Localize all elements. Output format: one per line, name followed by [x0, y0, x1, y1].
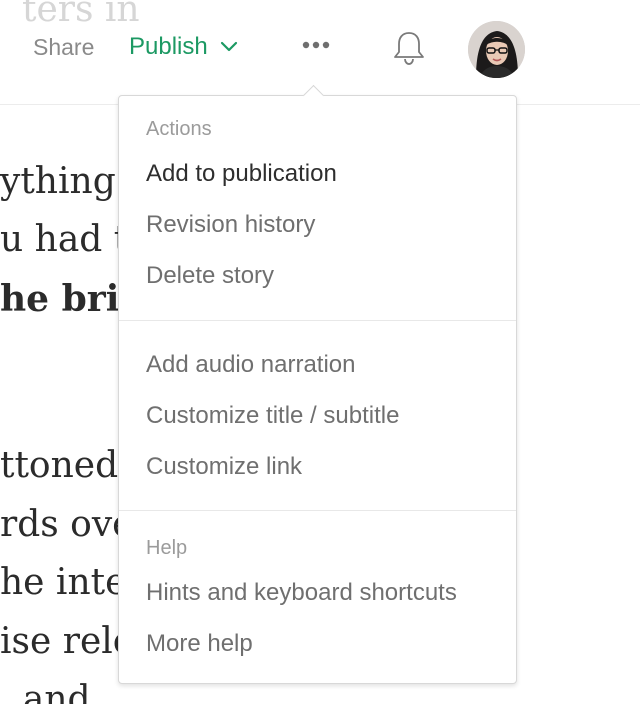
more-horizontal-icon[interactable]	[301, 38, 331, 52]
publish-label: Publish	[129, 33, 208, 60]
menu-item-hints-and-shortcuts[interactable]: Hints and keyboard shortcuts	[146, 579, 457, 607]
article-title-fragment: ters in	[22, 0, 140, 30]
story-actions-menu: Actions Add to publication Revision hist…	[118, 84, 517, 684]
menu-item-revision-history[interactable]: Revision history	[146, 211, 315, 239]
chevron-down-icon	[220, 41, 237, 52]
menu-item-customize-link[interactable]: Customize link	[146, 453, 302, 481]
avatar-portrait-icon	[468, 21, 525, 78]
menu-item-more-help[interactable]: More help	[146, 630, 253, 658]
publish-button[interactable]: Publish	[129, 33, 238, 61]
menu-divider	[119, 510, 516, 511]
menu-item-customize-title-subtitle[interactable]: Customize title / subtitle	[146, 402, 399, 430]
share-button[interactable]: Share	[33, 34, 94, 61]
menu-item-add-to-publication[interactable]: Add to publication	[146, 160, 337, 188]
article-line: , and	[0, 679, 91, 704]
bell-icon[interactable]	[392, 30, 426, 66]
avatar[interactable]	[468, 21, 525, 78]
menu-divider	[119, 320, 516, 321]
top-bar: ters in Share Publish	[0, 0, 640, 105]
menu-item-delete-story[interactable]: Delete story	[146, 262, 274, 290]
menu-heading-help: Help	[146, 537, 188, 559]
menu-heading-actions: Actions	[146, 118, 212, 140]
menu-item-add-audio-narration[interactable]: Add audio narration	[146, 351, 355, 379]
